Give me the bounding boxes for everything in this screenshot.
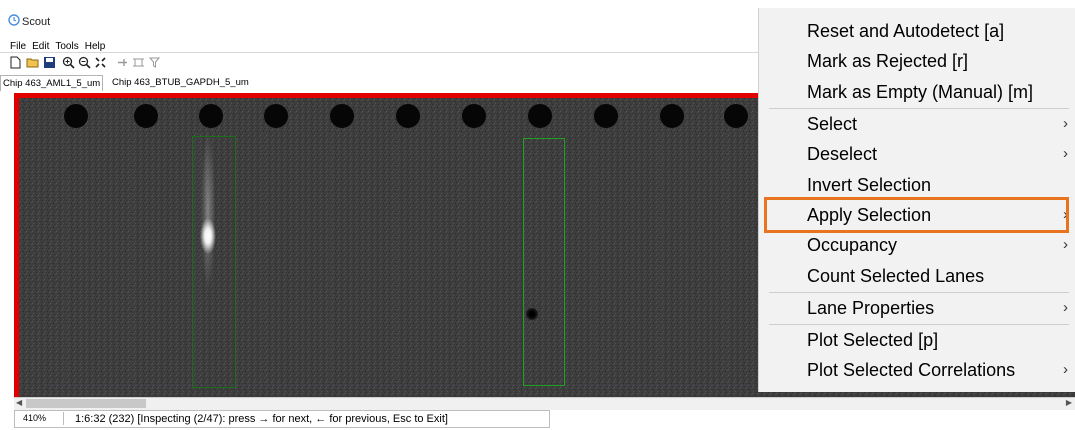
menu-item-lane-properties[interactable]: Lane Properties › — [759, 294, 1075, 324]
zoom-level: 410% — [23, 412, 64, 425]
chevron-right-icon: › — [1063, 236, 1068, 253]
well — [462, 104, 486, 128]
well — [594, 104, 618, 128]
zoom-out-icon[interactable] — [78, 56, 91, 69]
scout-app-icon — [8, 14, 20, 26]
menu-edit[interactable]: Edit — [29, 39, 52, 52]
menu-item-select[interactable]: Select › — [759, 110, 1075, 140]
horizontal-scrollbar[interactable]: ◀ ▶ — [14, 397, 1075, 410]
well — [724, 104, 748, 128]
toolbar — [0, 52, 760, 75]
tab-chip-aml1[interactable]: Chip 463_AML1_5_um — [0, 75, 104, 91]
chevron-right-icon: › — [1063, 145, 1068, 162]
status-bar: 410% 1:6:32 (232) [Inspecting (2/47): pr… — [14, 410, 550, 428]
menu-item-plot-selected[interactable]: Plot Selected [p] — [759, 326, 1075, 356]
chevron-right-icon: › — [1063, 115, 1068, 132]
open-folder-icon[interactable] — [26, 56, 39, 69]
filter-icon[interactable] — [148, 56, 161, 69]
title-bar: Scout — [0, 0, 760, 36]
save-icon[interactable] — [43, 56, 56, 69]
pin-icon[interactable] — [116, 56, 129, 69]
highlight-box — [764, 197, 1069, 233]
selection-border-left — [14, 93, 19, 397]
menu-tools[interactable]: Tools — [52, 39, 81, 52]
scroll-left-icon[interactable]: ◀ — [16, 398, 22, 407]
well — [264, 104, 288, 128]
menu-item-mark-empty[interactable]: Mark as Empty (Manual) [m] — [759, 78, 1075, 108]
menu-item-deselect[interactable]: Deselect › — [759, 140, 1075, 170]
well — [64, 104, 88, 128]
menu-help[interactable]: Help — [82, 39, 109, 52]
new-file-icon[interactable] — [9, 56, 22, 69]
menu-file[interactable]: File — [7, 39, 29, 52]
well — [528, 104, 552, 128]
selected-lane-box[interactable] — [523, 138, 565, 386]
status-message: 1:6:32 (232) [Inspecting (2/47): press →… — [75, 413, 448, 425]
well — [396, 104, 420, 128]
chevron-right-icon: › — [1063, 299, 1068, 316]
tab-chip-btub-gapdh[interactable]: Chip 463_BTUB_GAPDH_5_um — [110, 75, 251, 90]
menu-item-reset-autodetect[interactable]: Reset and Autodetect [a] — [759, 17, 1075, 47]
menu-separator — [769, 292, 1069, 293]
window-title: Scout — [22, 16, 51, 28]
menu-item-count-selected-lanes[interactable]: Count Selected Lanes — [759, 262, 1075, 292]
scroll-right-icon[interactable]: ▶ — [1066, 398, 1072, 407]
frame-icon[interactable] — [132, 56, 145, 69]
menu-item-occupancy[interactable]: Occupancy › — [759, 231, 1075, 261]
well — [330, 104, 354, 128]
menu-item-mark-rejected[interactable]: Mark as Rejected [r] — [759, 47, 1075, 77]
lane-box[interactable] — [192, 136, 236, 388]
menu-separator — [769, 324, 1069, 325]
tab-strip: Chip 463_AML1_5_um Chip 463_BTUB_GAPDH_5… — [0, 74, 760, 91]
menu-item-plot-selected-correlations[interactable]: Plot Selected Correlations › — [759, 356, 1075, 386]
well — [660, 104, 684, 128]
menu-bar: File Edit Tools Help — [0, 36, 760, 52]
well — [199, 104, 223, 128]
chevron-right-icon: › — [1063, 361, 1068, 378]
scrollbar-thumb[interactable] — [26, 399, 146, 408]
well — [134, 104, 158, 128]
dark-particle — [526, 308, 538, 320]
zoom-in-icon[interactable] — [62, 56, 75, 69]
fit-icon[interactable] — [94, 56, 107, 69]
menu-separator — [769, 108, 1069, 109]
